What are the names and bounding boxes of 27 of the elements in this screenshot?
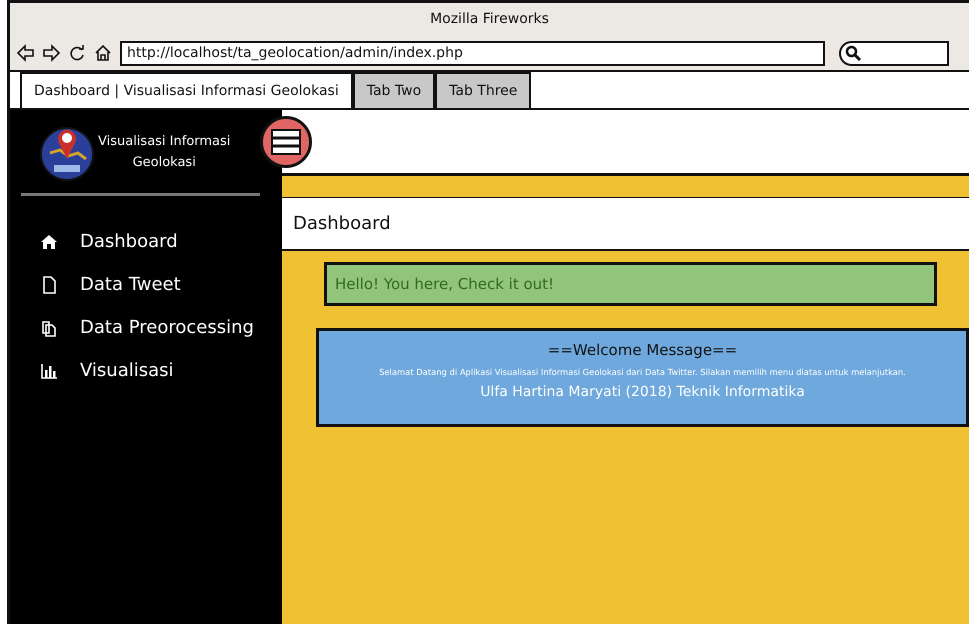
- home-icon: [40, 232, 58, 250]
- page-header: Dashboard: [282, 197, 969, 251]
- brand-title: Visualisasi Informasi: [98, 132, 230, 150]
- window-title: Mozilla Fireworks: [430, 10, 549, 29]
- file-icon: [40, 276, 58, 294]
- sidebar-item[interactable]: Data Preorocessing: [10, 306, 282, 349]
- tab[interactable]: Tab Two: [352, 72, 436, 108]
- welcome-title: ==Welcome Message==: [546, 340, 738, 361]
- credit-text: Ulfa Hartina Maryati (2018) Teknik Informatika: [479, 383, 806, 402]
- url-field[interactable]: http://localhost/ta_geolocation/admin/index.php: [120, 40, 825, 66]
- reload-icon[interactable]: [68, 44, 86, 62]
- search-icon: [845, 45, 861, 61]
- sidebar-item[interactable]: Dashboard: [10, 220, 282, 263]
- sidebar-item[interactable]: Visualisasi: [10, 349, 282, 392]
- alert-message: Hello! You here, Check it out!: [324, 262, 937, 306]
- brand-title: Geolokasi: [132, 154, 197, 172]
- home-icon[interactable]: [94, 44, 112, 62]
- tab[interactable]: Tab Three: [435, 72, 532, 108]
- menu-icon: [271, 129, 301, 155]
- back-icon[interactable]: [16, 44, 34, 62]
- sidebar-item[interactable]: Data Tweet: [10, 263, 282, 306]
- forward-icon[interactable]: [42, 44, 60, 62]
- bar-chart-icon: [40, 362, 58, 380]
- welcome-message: Selamat Datang di Aplikasi Visualisasi Informasi Geolokasi dari Data Twitter. Silakan memilih menu diatas untuk melanjutkan.: [378, 366, 907, 378]
- files-icon: [40, 318, 58, 336]
- search-field[interactable]: [839, 40, 949, 66]
- tab[interactable]: Dashboard | Visualisasi Informasi Geolokasi: [20, 72, 353, 108]
